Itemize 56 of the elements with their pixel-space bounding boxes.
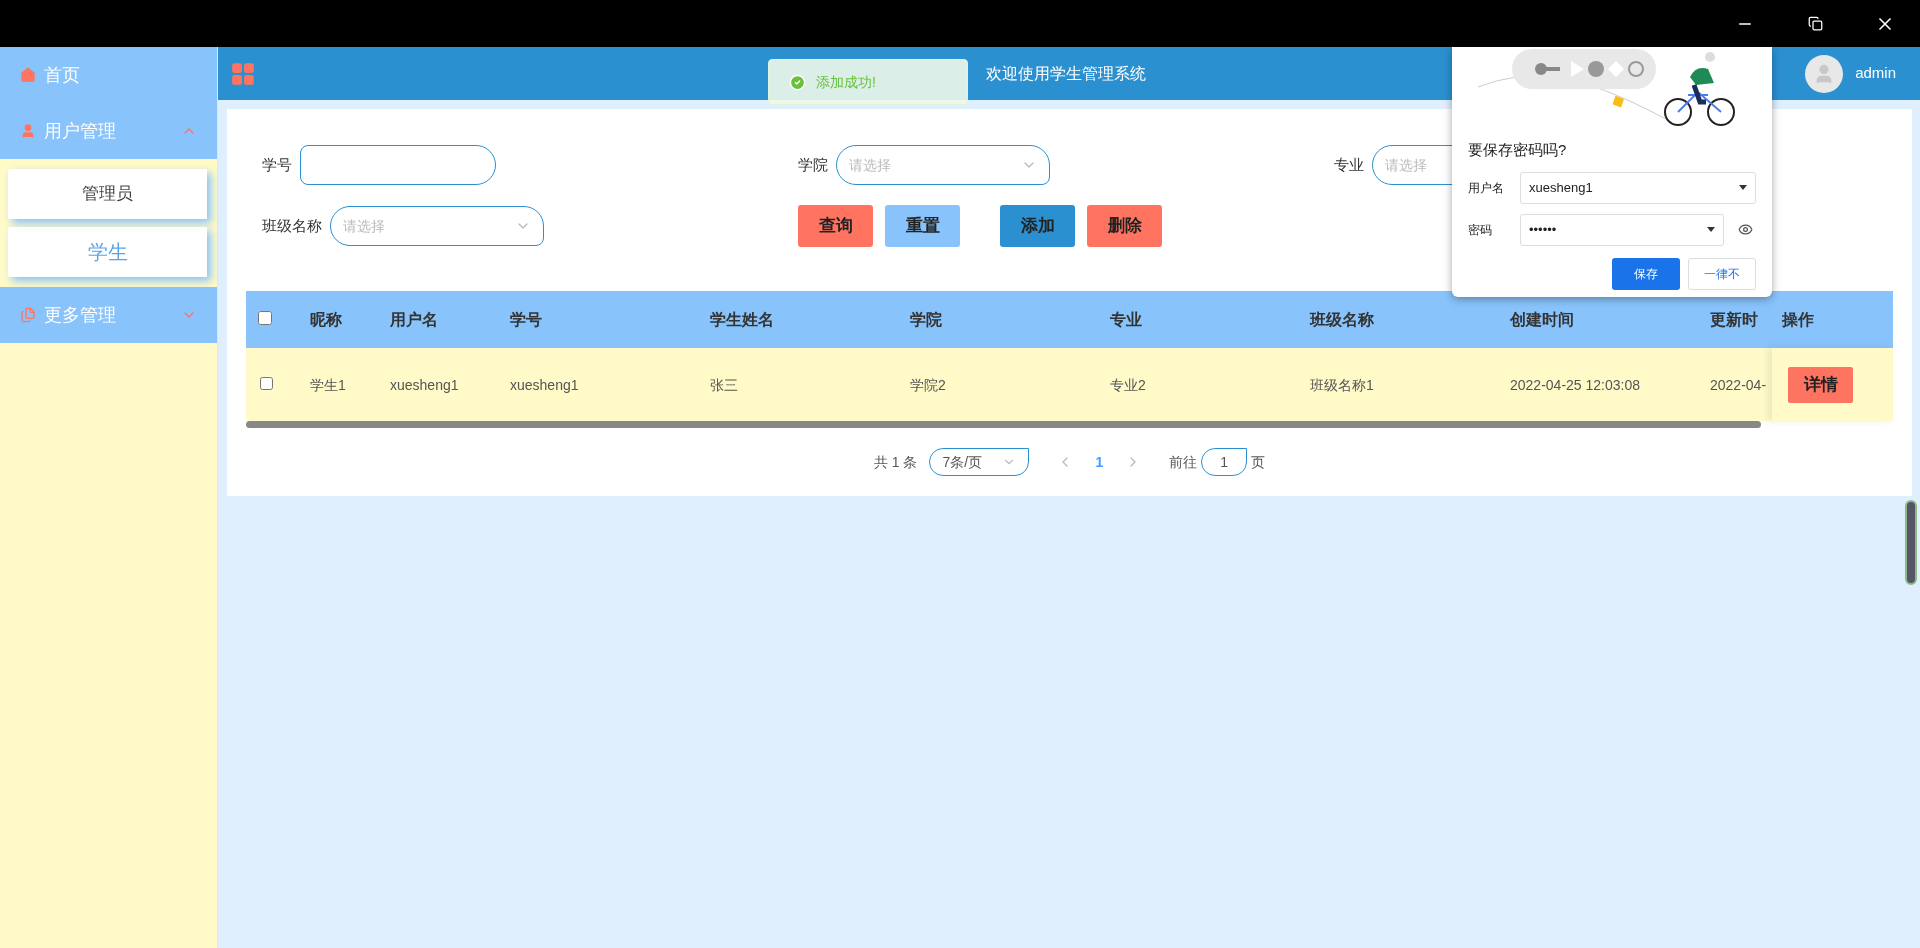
field-label: 密码 — [1468, 221, 1493, 239]
table-cell: 2022-04- — [1710, 376, 1767, 393]
input-field[interactable]: •••••• — [1520, 213, 1724, 246]
column-header: 操作 — [1782, 310, 1814, 328]
action-button[interactable]: 重置 — [885, 205, 960, 247]
page-number[interactable]: 1 — [1085, 451, 1114, 473]
details-button[interactable]: 详情 — [1788, 366, 1853, 403]
submenu-item[interactable]: 管理员 — [8, 169, 207, 219]
header-title: 欢迎使用学生管理系统 — [986, 63, 1146, 84]
table-cell: 2022-04-25 12:03:08 — [1510, 376, 1640, 393]
column-header: 更新时 — [1710, 310, 1758, 328]
dialog-button[interactable]: 保存 — [1612, 257, 1680, 290]
column-header: 学号 — [510, 310, 542, 328]
success-toast: 添加成功! — [768, 59, 968, 105]
dialog-title: 要保存密码吗? — [1468, 140, 1568, 160]
dialog-button[interactable]: 一律不 — [1688, 257, 1756, 290]
submenu-item[interactable]: 学生 — [8, 227, 207, 277]
sidebar-item-icon — [20, 123, 36, 139]
input-field[interactable]: xuesheng1 — [1520, 171, 1756, 204]
eye-icon[interactable] — [1738, 222, 1753, 237]
table-cell: 班级名称1 — [1310, 376, 1374, 393]
column-header: 学生姓名 — [710, 310, 774, 328]
field-label: 用户名 — [1468, 179, 1505, 197]
avatar[interactable] — [1805, 54, 1844, 93]
table-cell: 张三 — [710, 376, 738, 393]
page-input[interactable]: 1 — [1201, 448, 1248, 476]
user-name: admin — [1855, 63, 1896, 84]
action-button[interactable]: 查询 — [798, 205, 873, 247]
filter-label: 专业 — [1334, 154, 1364, 175]
total-count: 共 1 条 — [873, 452, 918, 472]
action-button[interactable]: 删除 — [1087, 205, 1162, 247]
filter-label: 学号 — [262, 154, 292, 175]
table-cell: 学生1 — [310, 376, 346, 393]
goto-suffix: 页 — [1251, 452, 1266, 472]
table-cell: xuesheng1 — [510, 376, 579, 393]
column-header: 学院 — [910, 310, 942, 328]
scroll-indicator[interactable] — [1905, 500, 1917, 585]
checkbox[interactable] — [260, 376, 273, 390]
column-header: 专业 — [1110, 310, 1142, 328]
column-header: 创建时间 — [1510, 310, 1574, 328]
column-header: 班级名称 — [1310, 310, 1374, 328]
filter-label: 学院 — [798, 154, 828, 175]
column-header: 用户名 — [390, 310, 438, 328]
table-cell: 专业2 — [1110, 376, 1146, 393]
check-icon — [789, 73, 806, 91]
filter-label: 班级名称 — [262, 215, 322, 236]
column-header: 昵称 — [310, 310, 342, 328]
table-cell: xuesheng1 — [390, 376, 459, 393]
action-button[interactable]: 添加 — [1000, 205, 1075, 247]
goto-label: 前往 — [1169, 452, 1198, 472]
sidebar-item-icon — [20, 307, 36, 323]
input-field[interactable] — [300, 145, 496, 185]
table-cell: 学院2 — [910, 376, 946, 393]
checkbox[interactable] — [258, 310, 272, 325]
sidebar-item-icon — [20, 67, 36, 83]
horizontal-scrollbar[interactable] — [246, 421, 1761, 428]
